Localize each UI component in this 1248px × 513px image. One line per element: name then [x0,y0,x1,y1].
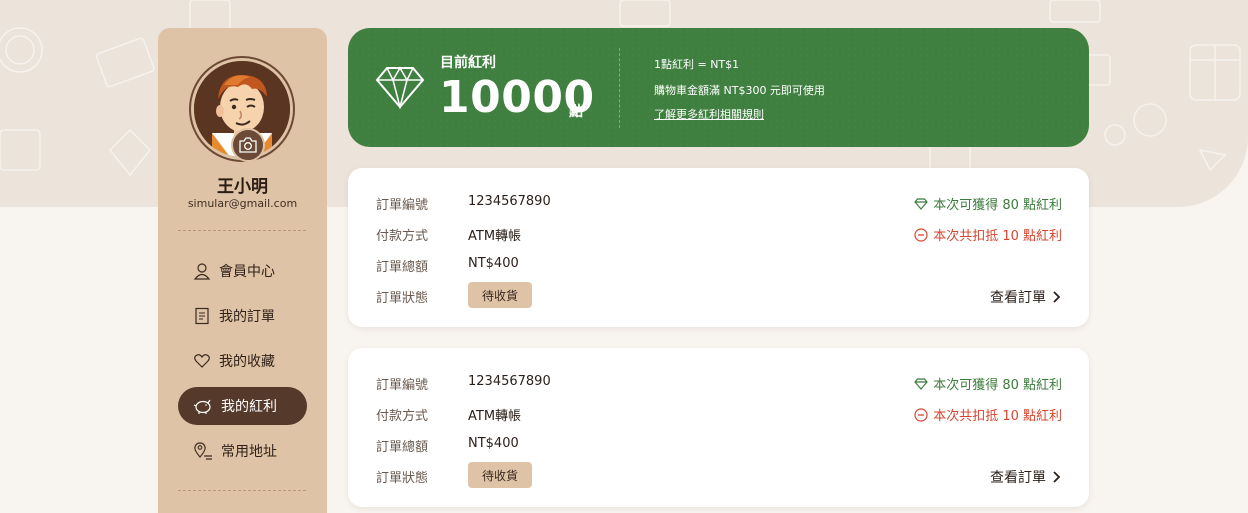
view-order-label: 查看訂單 [990,470,1046,486]
bonus-title: 目前紅利 [440,55,496,71]
diamond-icon [914,197,928,210]
bonus-rules-link[interactable]: 了解更多紅利相關規則 [654,106,764,122]
order-number: 1234567890 [468,374,551,389]
payment-method: ATM轉帳 [468,229,522,244]
order-total-label: 訂單總額 [376,440,429,455]
order-total-label: 訂單總額 [376,260,429,275]
change-avatar-button[interactable] [231,128,265,162]
order-card: 訂單編號 1234567890 付款方式 ATM轉帳 訂單總額 NT$400 訂… [348,348,1089,507]
sidebar-item-member-center[interactable]: 會員中心 [178,252,307,290]
diamond-icon [914,377,928,390]
user-email: simular@gmail.com [187,197,298,210]
bonus-gain-text: 本次可獲得 80 點紅利 [933,378,1062,393]
user-name: 王小明 [217,177,268,197]
status-badge: 待收貨 [468,282,532,308]
minus-circle-icon [914,407,928,422]
sidebar: 王小明 simular@gmail.com 會員中心 我的訂單 我的收藏 我的紅… [158,28,327,513]
status-badge: 待收貨 [468,462,532,488]
bonus-deduct-text: 本次共扣抵 10 點紅利 [933,229,1062,244]
payment-method: ATM轉帳 [468,409,522,424]
order-number-label: 訂單編號 [376,378,429,393]
heart-icon [194,354,210,368]
view-order-button[interactable]: 查看訂單 [990,467,1060,487]
sidebar-item-label: 我的訂單 [219,309,275,325]
view-order-label: 查看訂單 [990,290,1046,306]
payment-method-label: 付款方式 [376,409,429,424]
bonus-gain: 本次可獲得 80 點紅利 [914,374,1062,393]
location-pin-icon [194,442,212,460]
user-icon [193,263,211,280]
order-number-label: 訂單編號 [376,198,429,213]
minus-circle-icon [914,227,928,242]
bonus-gain: 本次可獲得 80 點紅利 [914,194,1062,213]
bonus-gain-text: 本次可獲得 80 點紅利 [933,198,1062,213]
sidebar-item-my-bonus[interactable]: 我的紅利 [178,387,307,425]
bonus-unit: 點 [569,104,583,120]
order-card: 訂單編號 1234567890 付款方式 ATM轉帳 訂單總額 NT$400 訂… [348,168,1089,327]
camera-icon [239,137,257,153]
order-status-label: 訂單狀態 [376,471,429,486]
order-total: NT$400 [468,436,519,451]
payment-method-label: 付款方式 [376,229,429,244]
view-order-button[interactable]: 查看訂單 [990,287,1060,307]
sidebar-item-label: 我的紅利 [221,399,277,415]
receipt-icon [195,307,209,325]
sidebar-item-label: 常用地址 [221,444,277,460]
sidebar-item-my-favorites[interactable]: 我的收藏 [178,342,307,380]
banner-divider [619,48,620,128]
sidebar-divider [178,490,306,491]
order-total: NT$400 [468,256,519,271]
diamond-icon [375,66,425,109]
bonus-banner: 目前紅利 10000 點 1點紅利 = NT$1 購物車金額滿 NT$300 元… [348,28,1089,147]
bonus-rule-threshold: 購物車金額滿 NT$300 元即可使用 [654,84,825,97]
sidebar-item-label: 會員中心 [219,264,275,280]
sidebar-item-my-orders[interactable]: 我的訂單 [178,297,307,335]
sidebar-divider [178,230,306,231]
bonus-deduct: 本次共扣抵 10 點紅利 [914,225,1062,244]
chevron-right-icon [1053,291,1060,303]
bonus-deduct: 本次共扣抵 10 點紅利 [914,405,1062,424]
bonus-rule-rate: 1點紅利 = NT$1 [654,58,740,71]
sidebar-item-addresses[interactable]: 常用地址 [178,432,307,470]
order-number: 1234567890 [468,194,551,209]
chevron-right-icon [1053,471,1060,483]
bonus-deduct-text: 本次共扣抵 10 點紅利 [933,409,1062,424]
piggy-bank-icon [193,399,211,414]
sidebar-item-label: 我的收藏 [219,354,275,370]
order-status-label: 訂單狀態 [376,291,429,306]
